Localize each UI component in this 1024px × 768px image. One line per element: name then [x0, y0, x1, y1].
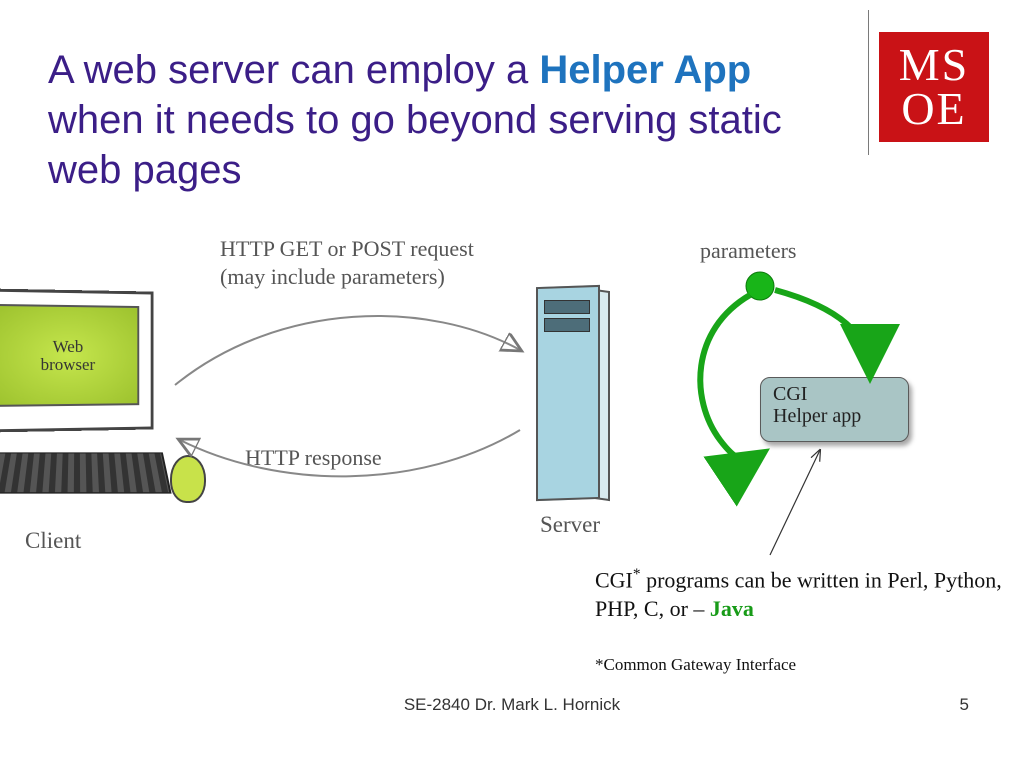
browser-screen: Web browser — [0, 304, 139, 407]
request-arrow — [175, 316, 520, 385]
server-tower-icon — [530, 286, 610, 501]
server-label: Server — [540, 512, 600, 538]
parameter-dot-icon — [746, 272, 774, 300]
cgi-helper-box: CGI Helper app — [760, 377, 909, 442]
http-response-label: HTTP response — [245, 445, 382, 471]
cgi-note-java: Java — [710, 596, 754, 621]
cgi-note-prefix: CGI — [595, 567, 633, 592]
cgi-box-line2: Helper app — [773, 405, 908, 427]
return-arrow — [700, 295, 760, 460]
page-number: 5 — [960, 695, 969, 715]
attribution: SE-2840 Dr. Mark L. Hornick — [0, 695, 1024, 715]
logo-line2: OE — [879, 87, 989, 131]
title-accent: Helper App — [539, 48, 751, 92]
title-part2: when it needs to go beyond serving stati… — [48, 98, 782, 192]
cgi-box-line1: CGI — [773, 383, 908, 405]
slide-title: A web server can employ a Helper App whe… — [48, 45, 808, 195]
footnote: *Common Gateway Interface — [595, 655, 796, 675]
client-monitor-icon: Web browser — [0, 288, 154, 432]
title-part1: A web server can employ a — [48, 48, 539, 92]
params-arrow — [775, 290, 870, 372]
logo-line1: MS — [879, 43, 989, 87]
keyboard-icon — [0, 452, 172, 493]
cgi-note-body: programs can be written in Perl, Python,… — [595, 567, 1002, 621]
client-label: Client — [25, 528, 81, 554]
mouse-icon — [170, 455, 206, 503]
cgi-note: CGI* programs can be written in Perl, Py… — [595, 565, 1015, 624]
divider-line — [868, 10, 869, 155]
parameters-label: parameters — [700, 238, 797, 264]
cgi-note-sup: * — [633, 566, 641, 583]
note-pointer-arrow — [770, 450, 820, 555]
msoe-logo: MS OE — [879, 32, 989, 142]
http-request-label: HTTP GET or POST request (may include pa… — [220, 235, 474, 290]
